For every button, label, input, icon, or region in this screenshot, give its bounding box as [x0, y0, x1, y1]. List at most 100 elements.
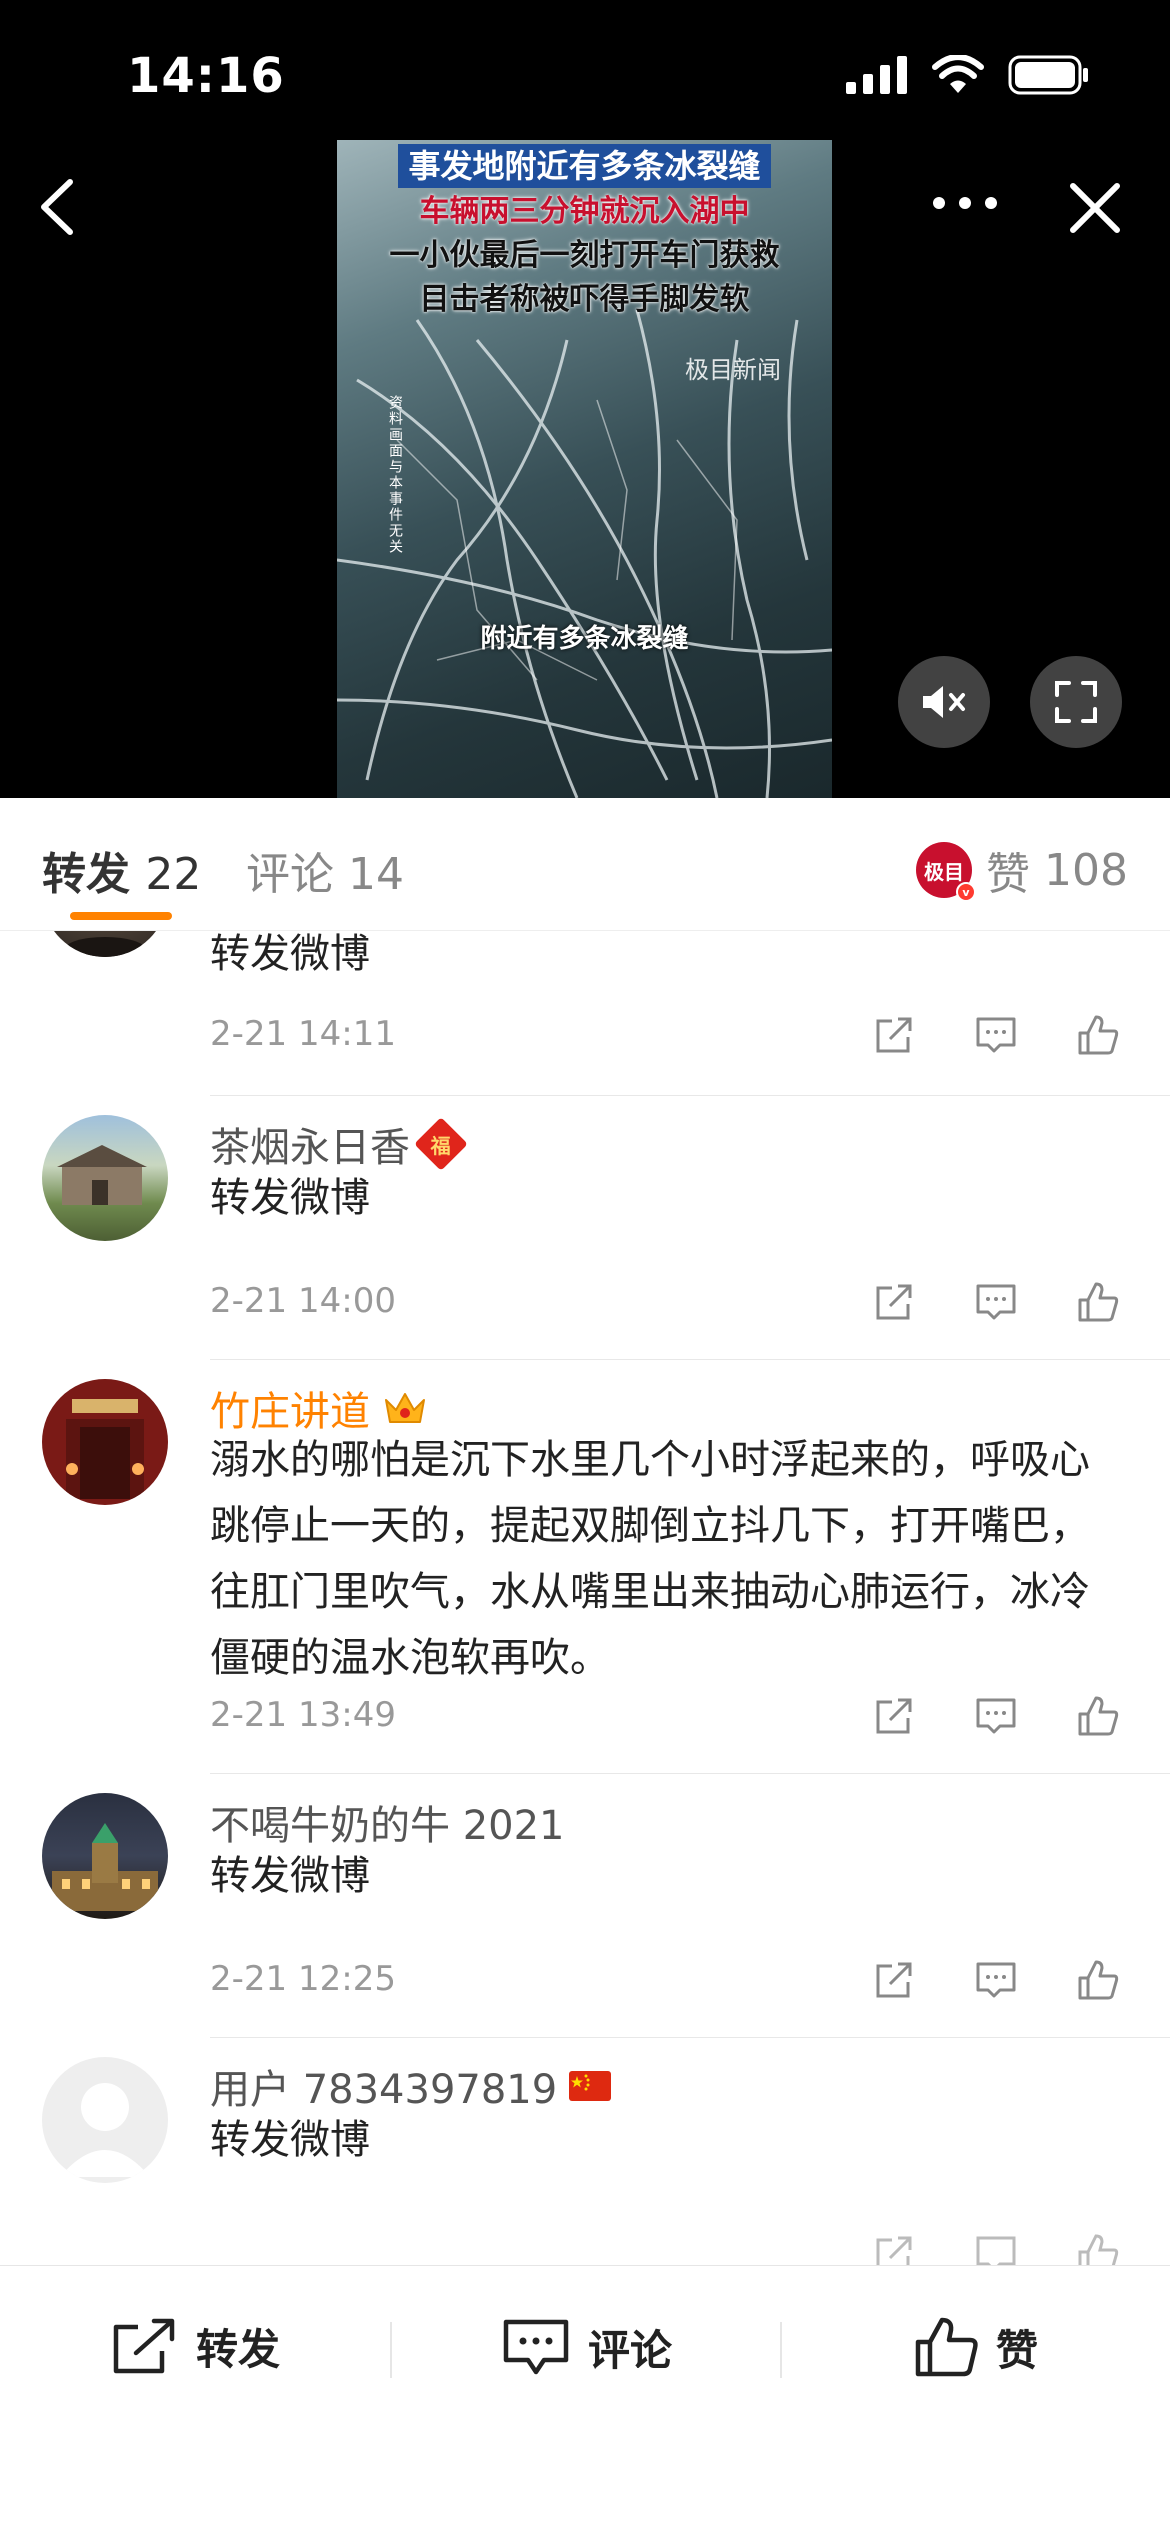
fu-badge-text: 福	[431, 1133, 451, 1158]
share-icon	[876, 2236, 912, 2265]
video-player[interactable]: 事发地附近有多条冰裂缝 车辆两三分钟就沉入湖中 一小伙最后一刻打开车门获救 目击…	[337, 140, 832, 798]
more-button[interactable]	[930, 183, 1000, 223]
wifi-icon	[932, 55, 984, 93]
comment-button[interactable]	[972, 1692, 1020, 1740]
avatar[interactable]	[42, 1793, 168, 1919]
tab-comment-label: 评论	[246, 849, 334, 900]
chevron-left-icon	[41, 179, 73, 235]
tab-repost-label: 转发	[42, 849, 130, 900]
verified-badge-icon: v	[956, 882, 977, 902]
divider	[210, 1095, 1170, 1096]
status-time: 14:16	[127, 48, 285, 104]
post-time: 2-21 14:00	[210, 1281, 396, 1321]
repost-list: 转发微博 2-21 14:11 茶烟永日香 福 转发微博 2-21 14:00 …	[0, 931, 1170, 2265]
avatar[interactable]	[42, 931, 168, 957]
like-button[interactable]	[1074, 1278, 1122, 1326]
cellular-signal-icon	[846, 56, 907, 94]
default-avatar-icon	[60, 2083, 150, 2177]
comment-text: 溺水的哪怕是沉下水里几个小时浮起来的，呼吸心跳停止一天的，提起双脚倒立抖几下，打…	[210, 1437, 1090, 1681]
video-side-note: 资料画面与本事件无关	[387, 395, 403, 555]
tab-like[interactable]: 极目 v 赞 108	[916, 838, 1128, 902]
tab-like-count: 108	[1044, 844, 1128, 896]
video-caption: 事发地附近有多条冰裂缝 车辆两三分钟就沉入湖中 一小伙最后一刻打开车门获救 目击…	[337, 140, 832, 320]
post-time: 2-21 12:25	[210, 1959, 396, 1999]
like-button[interactable]	[1074, 1956, 1122, 2004]
repost-button[interactable]	[870, 1011, 918, 1059]
comment-button[interactable]	[972, 1011, 1020, 1059]
comment-icon	[976, 1284, 1016, 1320]
item-actions	[870, 1011, 1122, 1059]
item-actions	[870, 2230, 1122, 2265]
avatar-image	[66, 1399, 144, 1499]
share-icon	[113, 2318, 175, 2373]
tab-repost[interactable]: 转发 22	[42, 838, 201, 902]
comment-button[interactable]	[972, 1278, 1020, 1326]
video-logo: 极目新闻	[685, 356, 781, 384]
account-logo: 极目 v	[916, 842, 977, 902]
close-button[interactable]	[1065, 178, 1125, 238]
bottom-repost-button[interactable]: 转发	[110, 2316, 280, 2377]
avatar-image	[52, 1823, 158, 1911]
comment-button[interactable]	[972, 2230, 1020, 2265]
share-icon	[876, 1962, 912, 1998]
repost-button[interactable]	[870, 1692, 918, 1740]
thumbs-up-icon	[1078, 2234, 1119, 2265]
like-button[interactable]	[1074, 2230, 1122, 2265]
tab-repost-count: 22	[145, 849, 202, 900]
like-button[interactable]	[1074, 1692, 1122, 1740]
avatar[interactable]	[42, 1379, 168, 1505]
bottom-like-button[interactable]: 赞	[914, 2316, 1038, 2378]
fullscreen-button[interactable]	[1030, 656, 1122, 748]
repost-text: 转发微博	[210, 1175, 370, 1221]
crown-icon	[385, 1393, 425, 1423]
repost-button[interactable]	[870, 2230, 918, 2265]
comment-icon	[976, 2236, 1016, 2265]
video-title-line-3: 一小伙最后一刻打开车门获救	[389, 238, 780, 273]
divider	[210, 1359, 1170, 1360]
avatar[interactable]	[42, 2057, 168, 2183]
comment-icon	[976, 1698, 1016, 1734]
comment-icon	[503, 2319, 569, 2375]
like-button[interactable]	[1074, 1011, 1122, 1059]
avatar-image	[57, 1145, 147, 1205]
close-icon	[1070, 183, 1120, 233]
divider	[780, 2322, 782, 2378]
tab-like-label: 赞	[986, 849, 1031, 900]
account-logo-text: 极目	[924, 859, 965, 884]
comment-button[interactable]	[972, 1956, 1020, 2004]
bottom-comment-button[interactable]: 评论	[502, 2316, 672, 2378]
share-icon	[876, 1698, 912, 1734]
mute-button[interactable]	[898, 656, 990, 748]
thumbs-up-icon	[1078, 1282, 1119, 1322]
repost-text: 转发微博	[210, 2117, 370, 2163]
more-dots-icon	[933, 197, 997, 209]
status-icons	[846, 55, 1090, 95]
divider	[210, 1773, 1170, 1774]
item-actions	[870, 1956, 1122, 2004]
item-actions	[870, 1692, 1122, 1740]
comment-icon	[976, 1962, 1016, 1998]
share-icon	[876, 1284, 912, 1320]
divider	[210, 2037, 1170, 2038]
tab-bar: 转发 22 评论 14 极目 v 赞 108	[0, 798, 1170, 931]
speaker-muted-icon	[923, 686, 965, 718]
battery-icon	[1008, 55, 1088, 95]
avatar[interactable]	[42, 1115, 168, 1241]
tab-comment[interactable]: 评论 14	[246, 838, 404, 902]
back-button[interactable]	[30, 172, 90, 242]
thumbs-up-icon	[1078, 1015, 1119, 1055]
repost-text: 转发微博	[210, 931, 370, 977]
tab-comment-count: 14	[348, 849, 404, 900]
fullscreen-icon	[1055, 681, 1097, 723]
repost-button[interactable]	[870, 1956, 918, 2004]
repost-button[interactable]	[870, 1278, 918, 1326]
thumbs-up-icon	[915, 2317, 978, 2377]
bottom-comment-label: 评论	[588, 2325, 673, 2375]
video-sub-caption: 附近有多条冰裂缝	[480, 624, 689, 654]
item-actions	[870, 1278, 1122, 1326]
thumbs-up-icon	[1078, 1960, 1119, 2000]
thumbs-up-icon	[1078, 1696, 1119, 1736]
video-title-line-2: 车辆两三分钟就沉入湖中	[419, 194, 750, 229]
china-flag-icon	[569, 2071, 612, 2101]
repost-text: 转发微博	[210, 1853, 370, 1899]
